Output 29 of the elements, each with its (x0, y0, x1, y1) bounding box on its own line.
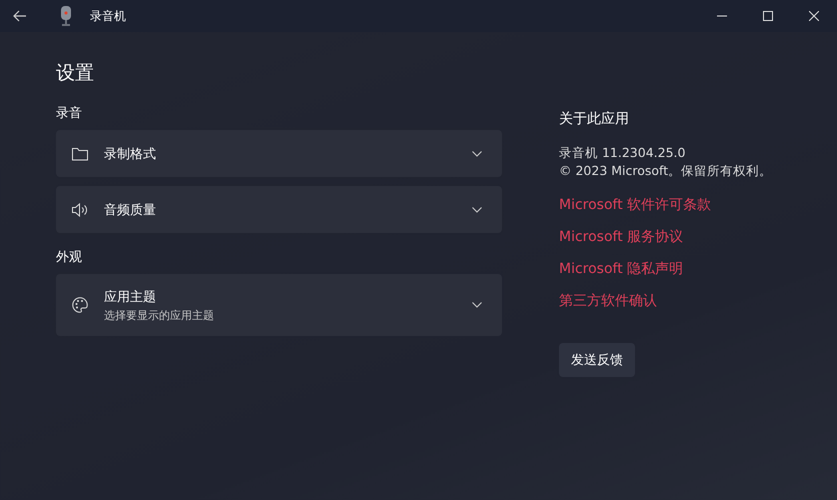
folder-icon (72, 146, 88, 160)
section-heading: 关于此应用 (559, 110, 630, 128)
settings-card[interactable]: 录制格式 (56, 130, 502, 177)
section-heading: 外观 (56, 249, 83, 266)
copyright-text: © 2023 Microsoft。保留所有权利。 (559, 162, 772, 180)
version-text: 录音机 11.2304.25.0 (559, 144, 686, 162)
card-subtitle: 选择要显示的应用主题 (104, 308, 215, 322)
chevron-down-icon (472, 302, 482, 308)
section-heading: 录音 (56, 105, 83, 122)
card-title: 应用主题 (104, 288, 157, 306)
chevron-down-icon (472, 206, 482, 212)
back-arrow-icon (13, 10, 27, 22)
settings-card[interactable]: 应用主题 选择要显示的应用主题 (56, 274, 502, 336)
window-title: 录音机 (90, 8, 126, 24)
close-icon (809, 11, 819, 21)
link[interactable]: 第三方软件确认 (559, 291, 657, 311)
card-title: 录制格式 (104, 146, 157, 162)
link[interactable]: Microsoft 软件许可条款 (559, 195, 712, 215)
page-title: 设置 (56, 61, 95, 86)
maximize-icon (763, 11, 773, 21)
speaker-icon (72, 202, 88, 216)
link[interactable]: Microsoft 服务协议 (559, 227, 684, 247)
feedback-button[interactable]: 发送反馈 (559, 343, 635, 377)
chevron-down-icon (472, 150, 482, 156)
settings-card[interactable]: 音频质量 (56, 186, 502, 233)
microphone-icon (60, 6, 72, 26)
link[interactable]: Microsoft 隐私声明 (559, 259, 684, 279)
palette-icon (72, 297, 88, 313)
card-title: 音频质量 (104, 202, 157, 218)
